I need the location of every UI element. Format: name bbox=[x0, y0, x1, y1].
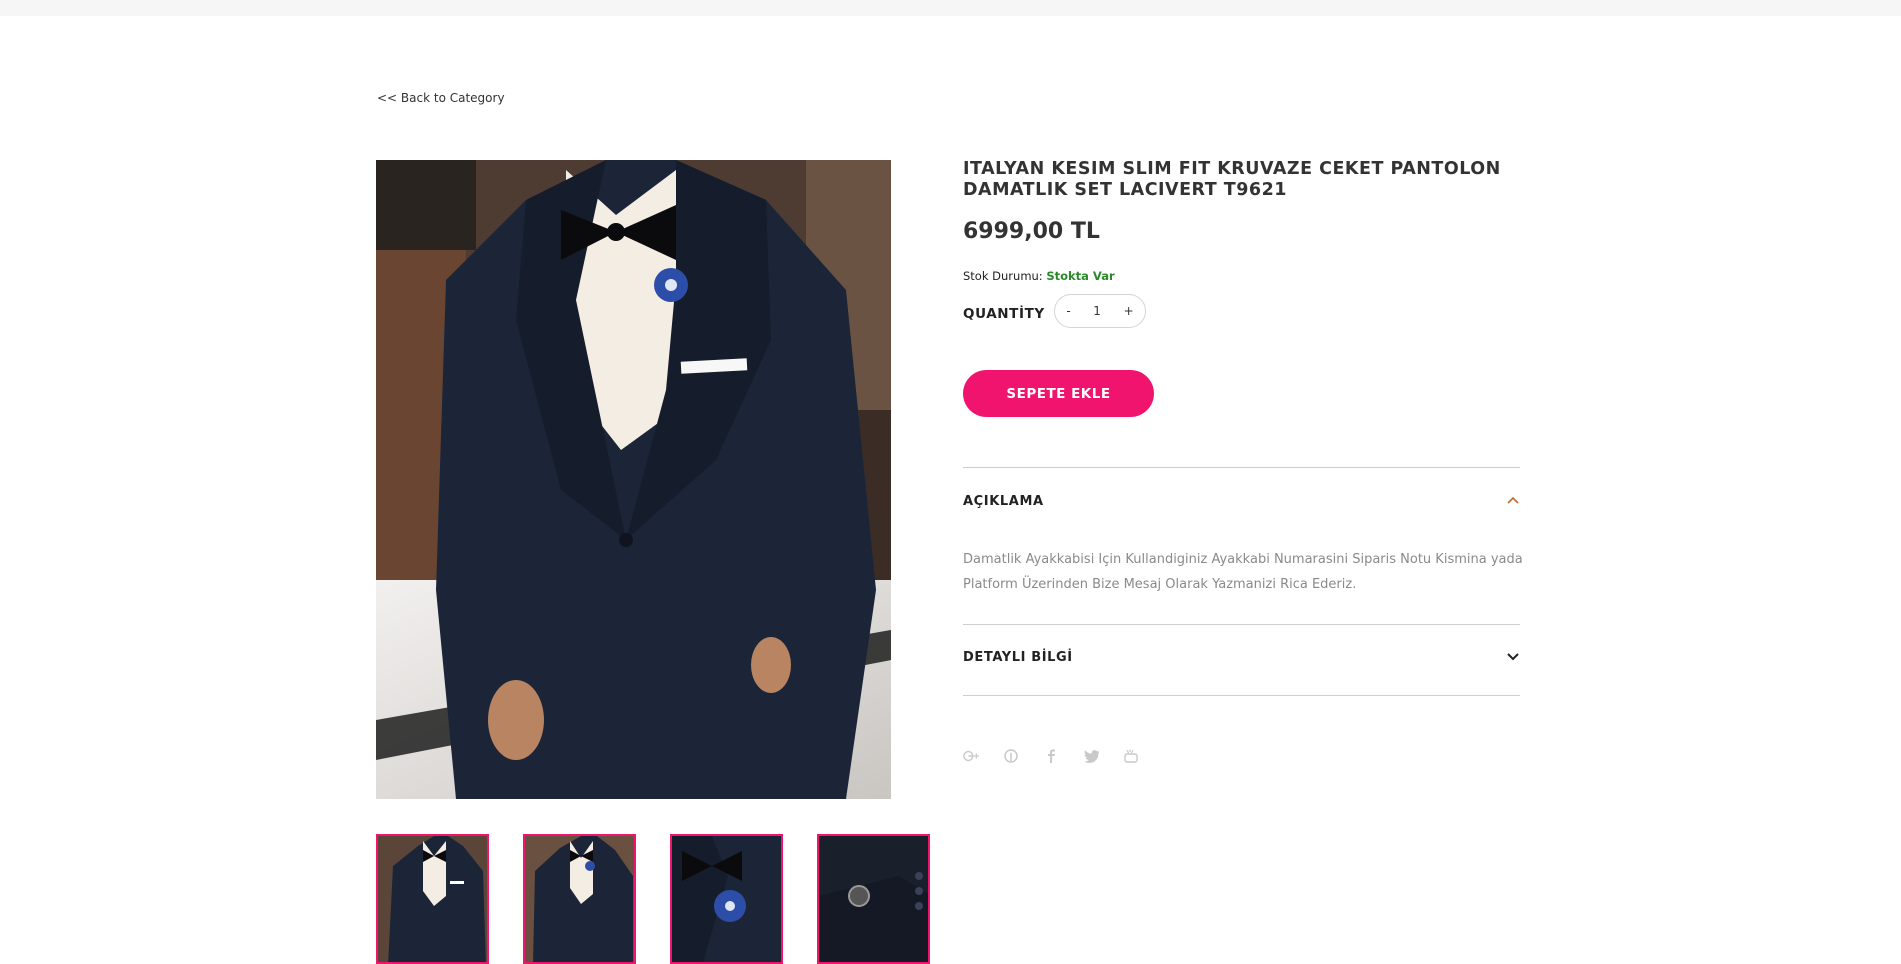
description-accordion-title: AÇIKLAMA bbox=[963, 494, 1044, 509]
divider bbox=[963, 467, 1520, 468]
quantity-stepper: - 1 + bbox=[1054, 294, 1146, 328]
quantity-label: QUANTİTY bbox=[963, 306, 1045, 322]
description-text: Damatlik Ayakkabisi Için Kullandiginiz A… bbox=[963, 552, 1523, 592]
back-to-category-link[interactable]: << Back to Category bbox=[377, 91, 505, 105]
details-accordion-header[interactable]: DETAYLI BİLGİ bbox=[963, 650, 1520, 665]
facebook-icon[interactable] bbox=[1043, 748, 1059, 764]
twitter-icon[interactable] bbox=[1083, 748, 1099, 764]
product-price: 6999,00 TL bbox=[963, 219, 1100, 244]
stock-status: Stok Durumu: Stokta Var bbox=[963, 269, 1115, 283]
divider bbox=[963, 624, 1520, 625]
social-share-links bbox=[963, 748, 1139, 764]
top-bar bbox=[0, 0, 1901, 16]
chevron-up-icon[interactable] bbox=[1506, 494, 1520, 509]
product-main-image[interactable] bbox=[376, 160, 891, 799]
divider bbox=[963, 695, 1520, 696]
stock-label: Stok Durumu: bbox=[963, 269, 1043, 283]
chevron-down-icon[interactable] bbox=[1506, 650, 1520, 665]
details-accordion-title: DETAYLI BİLGİ bbox=[963, 650, 1073, 665]
description-accordion-header[interactable]: AÇIKLAMA bbox=[963, 494, 1520, 509]
quantity-value[interactable]: 1 bbox=[1093, 304, 1101, 318]
stock-value: Stokta Var bbox=[1046, 269, 1115, 283]
quantity-decrease-button[interactable]: - bbox=[1066, 304, 1070, 318]
product-title: ITALYAN KESIM SLIM FIT KRUVAZE CEKET PAN… bbox=[963, 159, 1501, 200]
google-plus-icon[interactable] bbox=[963, 748, 979, 764]
quantity-increase-button[interactable]: + bbox=[1124, 304, 1134, 318]
youtube-icon[interactable] bbox=[1123, 748, 1139, 764]
pinterest-icon[interactable] bbox=[1003, 748, 1019, 764]
add-to-cart-button[interactable]: SEPETE EKLE bbox=[963, 370, 1154, 417]
